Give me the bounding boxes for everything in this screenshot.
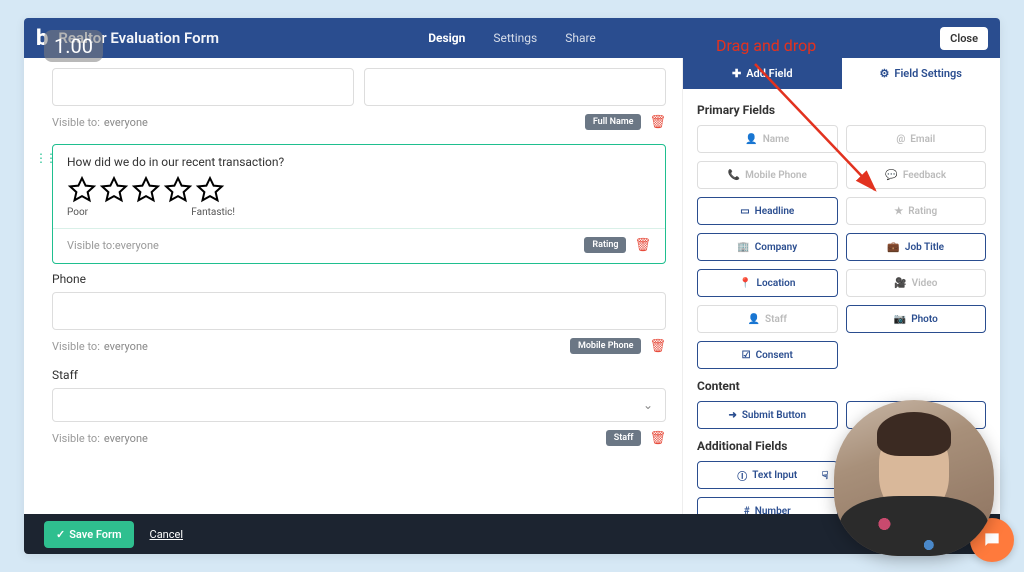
visible-to-value: everyone bbox=[104, 432, 148, 445]
field-chip-photo[interactable]: 📷Photo bbox=[846, 305, 987, 333]
sidebar-tab-label: Add Field bbox=[746, 67, 792, 80]
phone-icon: 📞 bbox=[728, 170, 740, 181]
first-name-input[interactable] bbox=[52, 68, 354, 106]
star-icon[interactable] bbox=[99, 175, 129, 205]
field-chip-textinput[interactable]: ⒾText Input☟ bbox=[697, 461, 838, 489]
rating-low-label: Poor bbox=[67, 207, 88, 218]
sidebar-tab-add-field[interactable]: ✚ Add Field bbox=[683, 58, 842, 89]
field-chip-mobile: 📞Mobile Phone bbox=[697, 161, 838, 189]
rating-question: How did we do in our recent transaction? bbox=[67, 155, 651, 169]
staff-select[interactable]: ⌄ bbox=[52, 388, 666, 422]
field-type-badge: Rating bbox=[584, 237, 626, 253]
close-button[interactable]: Close bbox=[940, 27, 988, 50]
sidebar-tab-field-settings[interactable]: ⚙ Field Settings bbox=[842, 58, 1001, 89]
gears-icon: ⚙ bbox=[880, 67, 890, 80]
visible-to-label: Visible to: bbox=[52, 116, 100, 129]
camera-icon: 📷 bbox=[894, 314, 906, 325]
check-icon: ☑ bbox=[742, 350, 751, 361]
visible-to-label: Visible to: bbox=[67, 239, 115, 252]
section-primary-fields: Primary Fields bbox=[697, 103, 986, 117]
phone-block[interactable]: Phone Visible to: everyone Mobile Phone … bbox=[52, 272, 666, 358]
visible-to-value: everyone bbox=[104, 116, 148, 129]
chevron-down-icon: ⌄ bbox=[643, 398, 653, 412]
briefcase-icon: 💼 bbox=[887, 242, 899, 253]
nav-tabs: Design Settings Share bbox=[428, 31, 596, 45]
field-chip-feedback: 💬Feedback bbox=[846, 161, 987, 189]
field-chip-email: @Email bbox=[846, 125, 987, 153]
section-content: Content bbox=[697, 379, 986, 393]
trash-icon[interactable]: 🗑 bbox=[649, 115, 666, 130]
form-canvas: Visible to: everyone Full Name 🗑 ⋮⋮ How … bbox=[24, 58, 682, 554]
user-icon: 👤 bbox=[748, 314, 760, 325]
visible-to-value: everyone bbox=[104, 340, 148, 353]
field-chip-company[interactable]: 🏢Company bbox=[697, 233, 838, 261]
top-bar: b Realtor Evaluation Form Design Setting… bbox=[24, 18, 1000, 58]
rating-high-label: Fantastic! bbox=[191, 207, 235, 218]
staff-block[interactable]: Staff ⌄ Visible to: everyone Staff 🗑 bbox=[52, 368, 666, 450]
field-chip-staff: 👤Staff bbox=[697, 305, 838, 333]
field-chip-location[interactable]: 📍Location bbox=[697, 269, 838, 297]
drag-handle-icon[interactable]: ⋮⋮ bbox=[35, 151, 55, 165]
visible-to-value: everyone bbox=[115, 239, 159, 252]
tab-settings[interactable]: Settings bbox=[493, 31, 537, 45]
rating-block[interactable]: ⋮⋮ How did we do in our recent transacti… bbox=[52, 144, 666, 264]
star-icon[interactable] bbox=[195, 175, 225, 205]
save-label: Save Form bbox=[69, 528, 121, 541]
comment-icon: 💬 bbox=[885, 170, 897, 181]
staff-label: Staff bbox=[52, 368, 666, 382]
star-icon[interactable] bbox=[131, 175, 161, 205]
video-icon: 🎥 bbox=[894, 278, 906, 289]
pin-icon: 📍 bbox=[739, 278, 751, 289]
tab-share[interactable]: Share bbox=[565, 31, 596, 45]
timestamp-overlay: 1.00 bbox=[44, 30, 103, 62]
user-icon: 👤 bbox=[745, 134, 757, 145]
hand-cursor-icon: ☟ bbox=[822, 469, 829, 482]
field-chip-rating: ★Rating bbox=[846, 197, 987, 225]
star-icon[interactable] bbox=[67, 175, 97, 205]
star-icon[interactable] bbox=[163, 175, 193, 205]
field-type-badge: Staff bbox=[606, 430, 642, 446]
cursor-icon: Ⓘ bbox=[737, 468, 747, 483]
visible-to-label: Visible to: bbox=[52, 432, 100, 445]
plus-circle-icon: ✚ bbox=[732, 67, 741, 80]
field-chip-consent[interactable]: ☑Consent bbox=[697, 341, 838, 369]
phone-label: Phone bbox=[52, 272, 666, 286]
tab-design[interactable]: Design bbox=[428, 31, 465, 45]
trash-icon[interactable]: 🗑 bbox=[634, 238, 651, 253]
phone-input[interactable] bbox=[52, 292, 666, 330]
cancel-link[interactable]: Cancel bbox=[150, 528, 183, 541]
field-chip-name: 👤Name bbox=[697, 125, 838, 153]
field-chip-headline[interactable]: ▭Headline bbox=[697, 197, 838, 225]
at-icon: @ bbox=[896, 134, 905, 145]
field-chip-submit[interactable]: ➜Submit Button bbox=[697, 401, 838, 429]
building-icon: 🏢 bbox=[737, 242, 749, 253]
presenter-video bbox=[834, 400, 994, 556]
trash-icon[interactable]: 🗑 bbox=[649, 339, 666, 354]
star-row bbox=[67, 175, 651, 205]
field-chip-jobtitle[interactable]: 💼Job Title bbox=[846, 233, 987, 261]
star-icon: ★ bbox=[894, 206, 903, 217]
last-name-input[interactable] bbox=[364, 68, 666, 106]
annotation-text: Drag and drop bbox=[716, 36, 816, 55]
trash-icon[interactable]: 🗑 bbox=[649, 431, 666, 446]
field-type-badge: Full Name bbox=[585, 114, 642, 130]
headline-icon: ▭ bbox=[740, 206, 749, 217]
field-type-badge: Mobile Phone bbox=[570, 338, 642, 354]
arrow-right-icon: ➜ bbox=[728, 410, 736, 421]
fullname-block[interactable]: Visible to: everyone Full Name 🗑 bbox=[52, 68, 666, 134]
field-chip-video: 🎥Video bbox=[846, 269, 987, 297]
visible-to-label: Visible to: bbox=[52, 340, 100, 353]
save-form-button[interactable]: ✓ Save Form bbox=[44, 521, 134, 548]
check-icon: ✓ bbox=[56, 528, 65, 541]
sidebar-tab-label: Field Settings bbox=[894, 67, 962, 80]
